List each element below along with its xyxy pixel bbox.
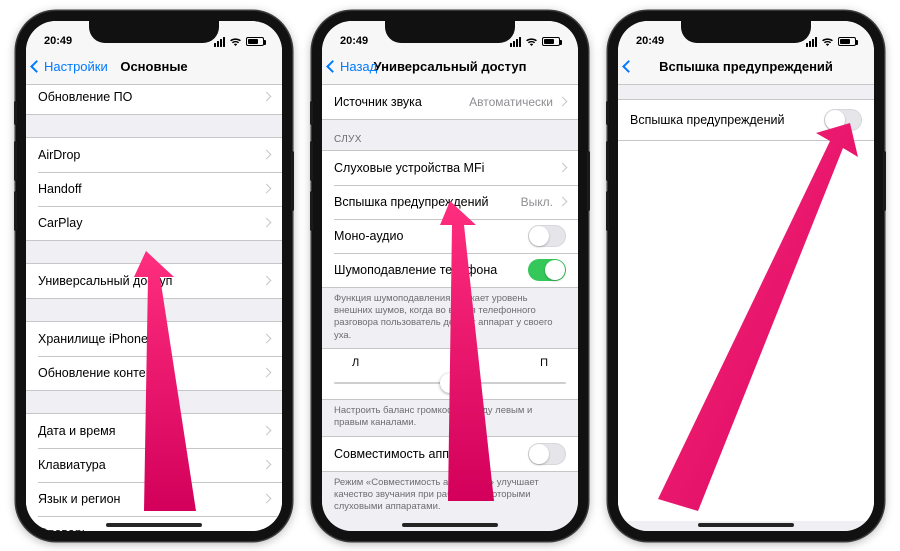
row-software-update[interactable]: Обновление ПО [26, 85, 282, 114]
chevron-left-icon [622, 60, 635, 73]
toggle-mono[interactable] [528, 225, 566, 247]
chevron-left-icon [326, 60, 339, 73]
balance-footer: Настроить баланс громкости между левым и… [322, 400, 578, 436]
toggle-led-flash[interactable] [824, 109, 862, 131]
phone-accessibility: 20:49 Назад Универсальный доступ Источни… [312, 11, 588, 541]
page-title: Основные [120, 59, 187, 74]
row-carplay[interactable]: CarPlay [26, 206, 282, 240]
phone-general: 20:49 Настройки Основные Обновление ПО [16, 11, 292, 541]
row-led-flash[interactable]: Вспышка предупрежденийВыкл. [322, 185, 578, 219]
content-area[interactable]: Источник звука Автоматически СЛУХ Слухов… [322, 85, 578, 531]
chevron-right-icon [262, 460, 272, 470]
row-airdrop[interactable]: AirDrop [26, 138, 282, 172]
row-noise-cancel[interactable]: Шумоподавление телефона [322, 253, 578, 287]
row-keyboard[interactable]: Клавиатура [26, 448, 282, 482]
back-label: Назад [340, 59, 377, 74]
battery-icon [838, 37, 856, 46]
page-title: Вспышка предупреждений [659, 59, 833, 74]
wifi-icon [525, 37, 538, 47]
toggle-compat[interactable] [528, 443, 566, 465]
wifi-icon [229, 37, 242, 47]
balance-right-label: П [540, 357, 548, 369]
chevron-left-icon [30, 60, 43, 73]
row-handoff[interactable]: Handoff [26, 172, 282, 206]
row-hearing-devices[interactable]: Слуховые устройства MFi [322, 151, 578, 185]
chevron-right-icon [262, 334, 272, 344]
row-sound-source[interactable]: Источник звука Автоматически [322, 85, 578, 119]
home-indicator [402, 523, 498, 527]
chevron-right-icon [262, 528, 272, 531]
home-indicator [698, 523, 794, 527]
back-button[interactable]: Настройки [32, 49, 108, 84]
status-time: 20:49 [340, 35, 368, 47]
chevron-right-icon [262, 184, 272, 194]
status-time: 20:49 [44, 35, 72, 47]
balance-slider-row: Л П [322, 349, 578, 399]
row-accessibility[interactable]: Универсальный доступ [26, 264, 282, 298]
row-compat[interactable]: Совместимость аппаратов [322, 437, 578, 471]
status-time: 20:49 [636, 35, 664, 47]
battery-icon [246, 37, 264, 46]
chevron-right-icon [558, 97, 568, 107]
noise-footer: Функция шумоподавления снижает уровень в… [322, 288, 578, 348]
chevron-right-icon [558, 163, 568, 173]
content-area[interactable]: Обновление ПО AirDrop Handoff CarPlay Ун… [26, 85, 282, 531]
home-indicator [106, 523, 202, 527]
notch [681, 21, 811, 43]
toggle-noise[interactable] [528, 259, 566, 281]
chevron-right-icon [262, 218, 272, 228]
section-hearing: СЛУХ [322, 120, 578, 150]
row-datetime[interactable]: Дата и время [26, 414, 282, 448]
balance-slider[interactable] [334, 373, 566, 393]
content-area[interactable]: Вспышка предупреждений [618, 85, 874, 531]
chevron-right-icon [262, 426, 272, 436]
signal-icon [806, 37, 817, 47]
row-content-refresh[interactable]: Обновление контента [26, 356, 282, 390]
nav-bar: Назад Универсальный доступ [322, 49, 578, 85]
chevron-right-icon [262, 368, 272, 378]
back-button[interactable]: Назад [328, 49, 377, 84]
notch [385, 21, 515, 43]
chevron-right-icon [262, 276, 272, 286]
balance-left-label: Л [352, 357, 359, 369]
signal-icon [510, 37, 521, 47]
nav-bar: Настройки Основные [26, 49, 282, 85]
row-led-flash-toggle[interactable]: Вспышка предупреждений [618, 100, 874, 140]
compat-footer: Режим «Совместимость аппаратов» улучшает… [322, 472, 578, 520]
nav-bar: Вспышка предупреждений [618, 49, 874, 85]
wifi-icon [821, 37, 834, 47]
chevron-right-icon [262, 92, 272, 102]
notch [89, 21, 219, 43]
row-mono-audio[interactable]: Моно-аудио [322, 219, 578, 253]
signal-icon [214, 37, 225, 47]
row-storage[interactable]: Хранилище iPhone [26, 322, 282, 356]
back-label: Настройки [44, 59, 108, 74]
chevron-right-icon [262, 150, 272, 160]
chevron-right-icon [262, 494, 272, 504]
back-button[interactable] [624, 49, 636, 84]
phone-led-flash: 20:49 Вспышка предупреждений Вспышка пре… [608, 11, 884, 541]
row-lang-region[interactable]: Язык и регион [26, 482, 282, 516]
chevron-right-icon [558, 197, 568, 207]
battery-icon [542, 37, 560, 46]
page-title: Универсальный доступ [374, 59, 527, 74]
